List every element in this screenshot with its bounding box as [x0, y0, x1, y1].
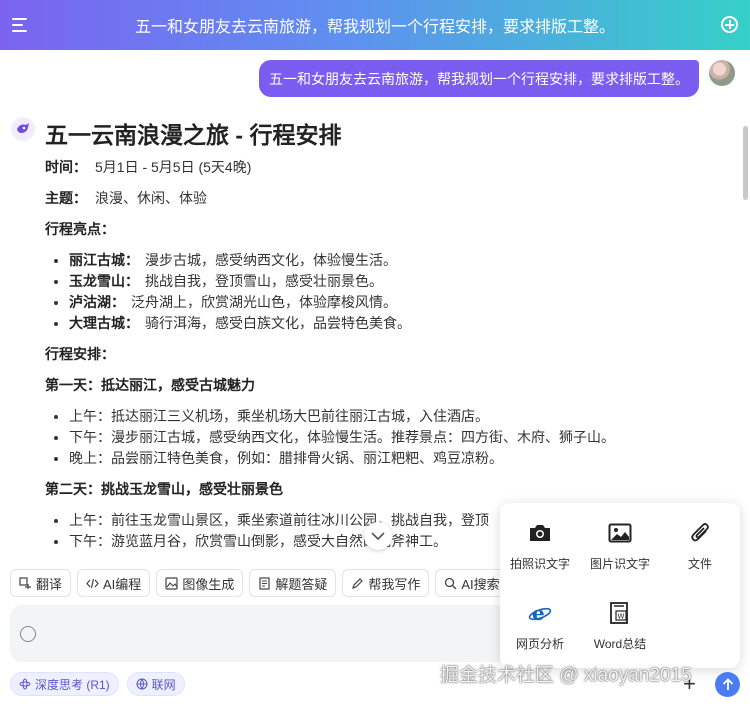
- popup-item-image-ocr[interactable]: 图片识文字: [580, 503, 660, 583]
- globe-icon: [136, 678, 148, 690]
- list-item: 玉龙雪山： 挑战自我，登顶雪山，感受壮丽景色。: [69, 271, 745, 292]
- popup-label: 拍照识文字: [509, 557, 570, 571]
- theme-line: 主题： 浪漫、休闲、体验: [45, 188, 745, 209]
- image-icon: [608, 523, 632, 543]
- list-item: 上午：抵达丽江三义机场，乘坐机场大巴前往丽江古城，入住酒店。: [69, 406, 745, 427]
- highlight-name: 大理古城：: [69, 315, 139, 331]
- pen-icon: [352, 577, 364, 589]
- time-label: 时间：: [45, 159, 87, 175]
- web-toggle[interactable]: 联网: [126, 672, 185, 696]
- bot-avatar: [11, 117, 35, 141]
- popup-label: 文件: [687, 557, 712, 571]
- bot-logo-icon: [17, 123, 29, 133]
- popup-label: 网页分析: [515, 637, 564, 651]
- popup-item-web-analysis[interactable]: e 网页分析: [500, 583, 580, 663]
- search-icon: [445, 577, 457, 589]
- list-item: 下午：漫步丽江古城，感受纳西文化，体验慢生活。推荐景点：四方街、木府、狮子山。: [69, 427, 745, 448]
- day2-heading: 第二天：挑战玉龙雪山，感受壮丽景色: [45, 481, 283, 497]
- highlight-name: 泸沽湖：: [69, 294, 125, 310]
- tool-ai-code[interactable]: AI编程: [77, 569, 151, 597]
- highlight-desc: 泛舟湖上，欣赏湖光山色，体验摩梭风情。: [131, 294, 397, 310]
- arrow-up-icon: [722, 678, 733, 690]
- voice-icon[interactable]: [20, 626, 36, 642]
- highlight-name: 玉龙雪山：: [69, 273, 139, 289]
- popup-item-camera[interactable]: 拍照识文字: [500, 503, 580, 583]
- popup-item-word-summary[interactable]: W Word总结: [580, 583, 660, 663]
- header-title: 五一和女朋友去云南旅游，帮我规划一个行程安排，要求排版工整。: [134, 19, 615, 36]
- deep-think-toggle[interactable]: 深度思考 (R1): [10, 672, 119, 696]
- tool-label: 帮我写作: [368, 576, 421, 592]
- time-value: 5月1日 - 5月5日 (5天4晚): [95, 159, 252, 175]
- tool-image-gen[interactable]: 图像生成: [156, 569, 244, 597]
- message-input[interactable]: [44, 621, 494, 647]
- tool-label: 图像生成: [182, 576, 235, 592]
- camera-icon: [530, 525, 550, 541]
- menu-icon[interactable]: [12, 18, 27, 36]
- tool-write[interactable]: 帮我写作: [342, 569, 430, 597]
- browser-icon: e: [528, 601, 552, 625]
- day1-list: 上午：抵达丽江三义机场，乘坐机场大巴前往丽江古城，入住酒店。 下午：漫步丽江古城…: [69, 406, 745, 469]
- tool-translate[interactable]: 翻译: [10, 569, 72, 597]
- code-icon: [86, 578, 99, 588]
- scroll-down-button[interactable]: [364, 522, 392, 550]
- chat-header: 五一和女朋友去云南旅游，帮我规划一个行程安排，要求排版工整。: [0, 0, 750, 50]
- translate-icon: [19, 576, 31, 589]
- deep-think-label: 深度思考 (R1): [35, 677, 110, 692]
- popup-item-file[interactable]: 文件: [660, 503, 740, 583]
- attachment-popup: 拍照识文字 图片识文字 文件 e 网页分析 W Word总结: [500, 503, 740, 668]
- popup-label: 图片识文字: [589, 557, 650, 571]
- highlight-name: 丽江古城：: [69, 252, 139, 268]
- user-avatar: [709, 60, 735, 86]
- list-item: 丽江古城： 漫步古城，感受纳西文化，体验慢生活。: [69, 250, 745, 271]
- tool-label: AI搜索: [461, 576, 500, 592]
- time-line: 时间： 5月1日 - 5月5日 (5天4晚): [45, 157, 745, 178]
- schedule-heading: 行程安排：: [45, 346, 115, 362]
- highlight-desc: 骑行洱海，感受白族文化，品尝特色美食。: [145, 315, 411, 331]
- tool-label: 解题答疑: [275, 576, 328, 592]
- paperclip-icon: [691, 523, 709, 542]
- user-message-bubble: 五一和女朋友去云南旅游，帮我规划一个行程安排，要求排版工整。: [259, 60, 699, 97]
- tool-label: AI编程: [103, 576, 142, 592]
- theme-value: 浪漫、休闲、体验: [95, 190, 207, 206]
- atom-icon: [19, 678, 31, 690]
- answer-content: 五一云南浪漫之旅 - 行程安排 时间： 5月1日 - 5月5日 (5天4晚) 主题…: [45, 120, 745, 562]
- svg-text:W: W: [618, 613, 625, 621]
- tool-label: 翻译: [36, 576, 63, 592]
- mode-toggles: 深度思考 (R1) 联网: [10, 672, 185, 696]
- tool-ai-search[interactable]: AI搜索: [435, 569, 509, 597]
- list-item: 大理古城： 骑行洱海，感受白族文化，品尝特色美食。: [69, 313, 745, 334]
- highlights-list: 丽江古城： 漫步古城，感受纳西文化，体验慢生活。 玉龙雪山： 挑战自我，登顶雪山，感…: [69, 250, 745, 334]
- send-button[interactable]: [715, 672, 740, 697]
- theme-label: 主题：: [45, 190, 87, 206]
- answer-title: 五一云南浪漫之旅 - 行程安排: [45, 122, 342, 148]
- chevron-down-icon: [371, 532, 385, 540]
- list-item: 泸沽湖： 泛舟湖上，欣赏湖光山色，体验摩梭风情。: [69, 292, 745, 313]
- quick-tools: 翻译 AI编程 图像生成 解题答疑 帮我写作 AI搜索: [10, 569, 509, 597]
- web-label: 联网: [151, 677, 176, 692]
- highlight-desc: 漫步古城，感受纳西文化，体验慢生活。: [145, 252, 397, 268]
- new-chat-icon[interactable]: [721, 16, 738, 33]
- highlights-heading: 行程亮点：: [45, 221, 115, 237]
- word-icon: W: [610, 602, 628, 624]
- user-message-text: 五一和女朋友去云南旅游，帮我规划一个行程安排，要求排版工整。: [269, 70, 689, 87]
- popup-label: Word总结: [593, 637, 647, 651]
- tool-solve[interactable]: 解题答疑: [249, 569, 337, 597]
- list-item: 晚上：品尝丽江特色美食，例如：腊排骨火锅、丽江粑粑、鸡豆凉粉。: [69, 448, 745, 469]
- highlight-desc: 挑战自我，登顶雪山，感受壮丽景色。: [145, 273, 383, 289]
- scrollbar[interactable]: [743, 126, 748, 200]
- document-icon: [259, 576, 270, 590]
- day1-heading: 第一天：抵达丽江，感受古城魅力: [45, 377, 255, 393]
- image-icon: [165, 576, 178, 590]
- watermark: 掘金技术社区 @ xiaoyan2015: [440, 665, 692, 686]
